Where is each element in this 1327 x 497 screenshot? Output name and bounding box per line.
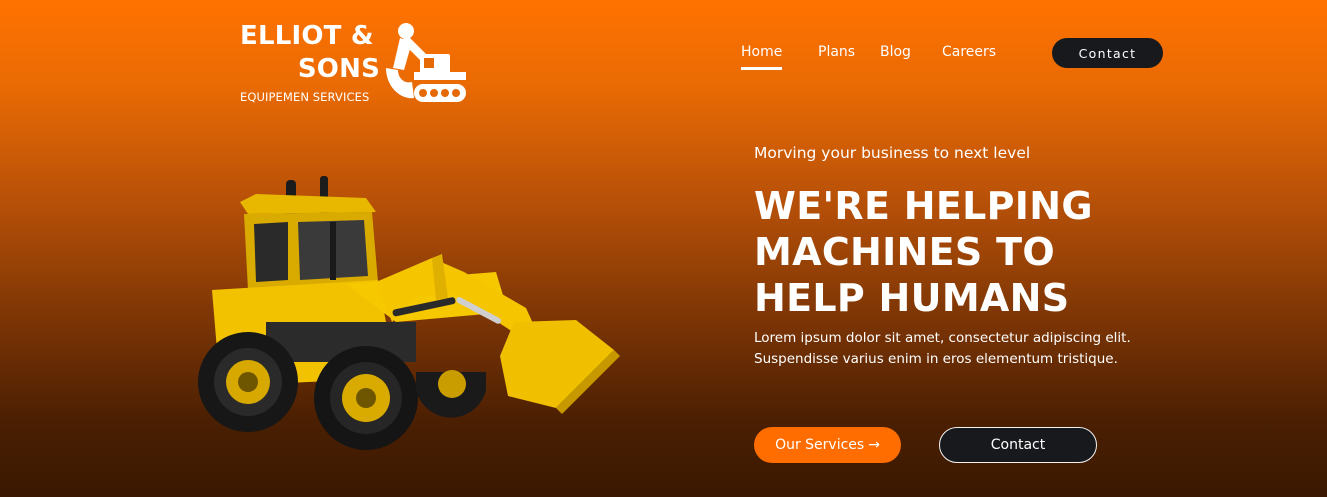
hero-title: WE'RE HELPING MACHINES TO HELP HUMANS: [754, 183, 1174, 321]
backhoe-loader-image: [198, 176, 620, 450]
hero-tagline: Morving your business to next level: [754, 144, 1031, 162]
brand-logo[interactable]: ELLIOT & SONS EQUIPEMEN SERVICES: [240, 20, 470, 110]
excavator-icon: [386, 23, 466, 102]
nav-blog[interactable]: Blog: [880, 44, 911, 60]
nav-careers[interactable]: Careers: [942, 44, 996, 60]
hero-title-line: MACHINES TO: [754, 230, 1055, 274]
brand-title: ELLIOT & SONS: [240, 20, 380, 86]
hero-contact-button[interactable]: Contact: [939, 427, 1097, 463]
brand-title-line2: SONS: [297, 54, 380, 84]
header-contact-button[interactable]: Contact: [1052, 38, 1163, 68]
our-services-label: Our Services: [775, 437, 865, 453]
brand-title-line1: ELLIOT &: [240, 21, 374, 51]
our-services-button[interactable]: Our Services →: [754, 427, 901, 463]
hero-description: Lorem ipsum dolor sit amet, consectetur …: [754, 330, 1131, 367]
nav-home[interactable]: Home: [741, 44, 783, 70]
hero-title-line: HELP HUMANS: [754, 276, 1070, 320]
arrow-right-icon: →: [868, 437, 880, 453]
nav-plans[interactable]: Plans: [818, 44, 855, 60]
hero-title-line: WE'RE HELPING: [754, 184, 1093, 228]
brand-subtitle: EQUIPEMEN SERVICES: [240, 90, 370, 104]
